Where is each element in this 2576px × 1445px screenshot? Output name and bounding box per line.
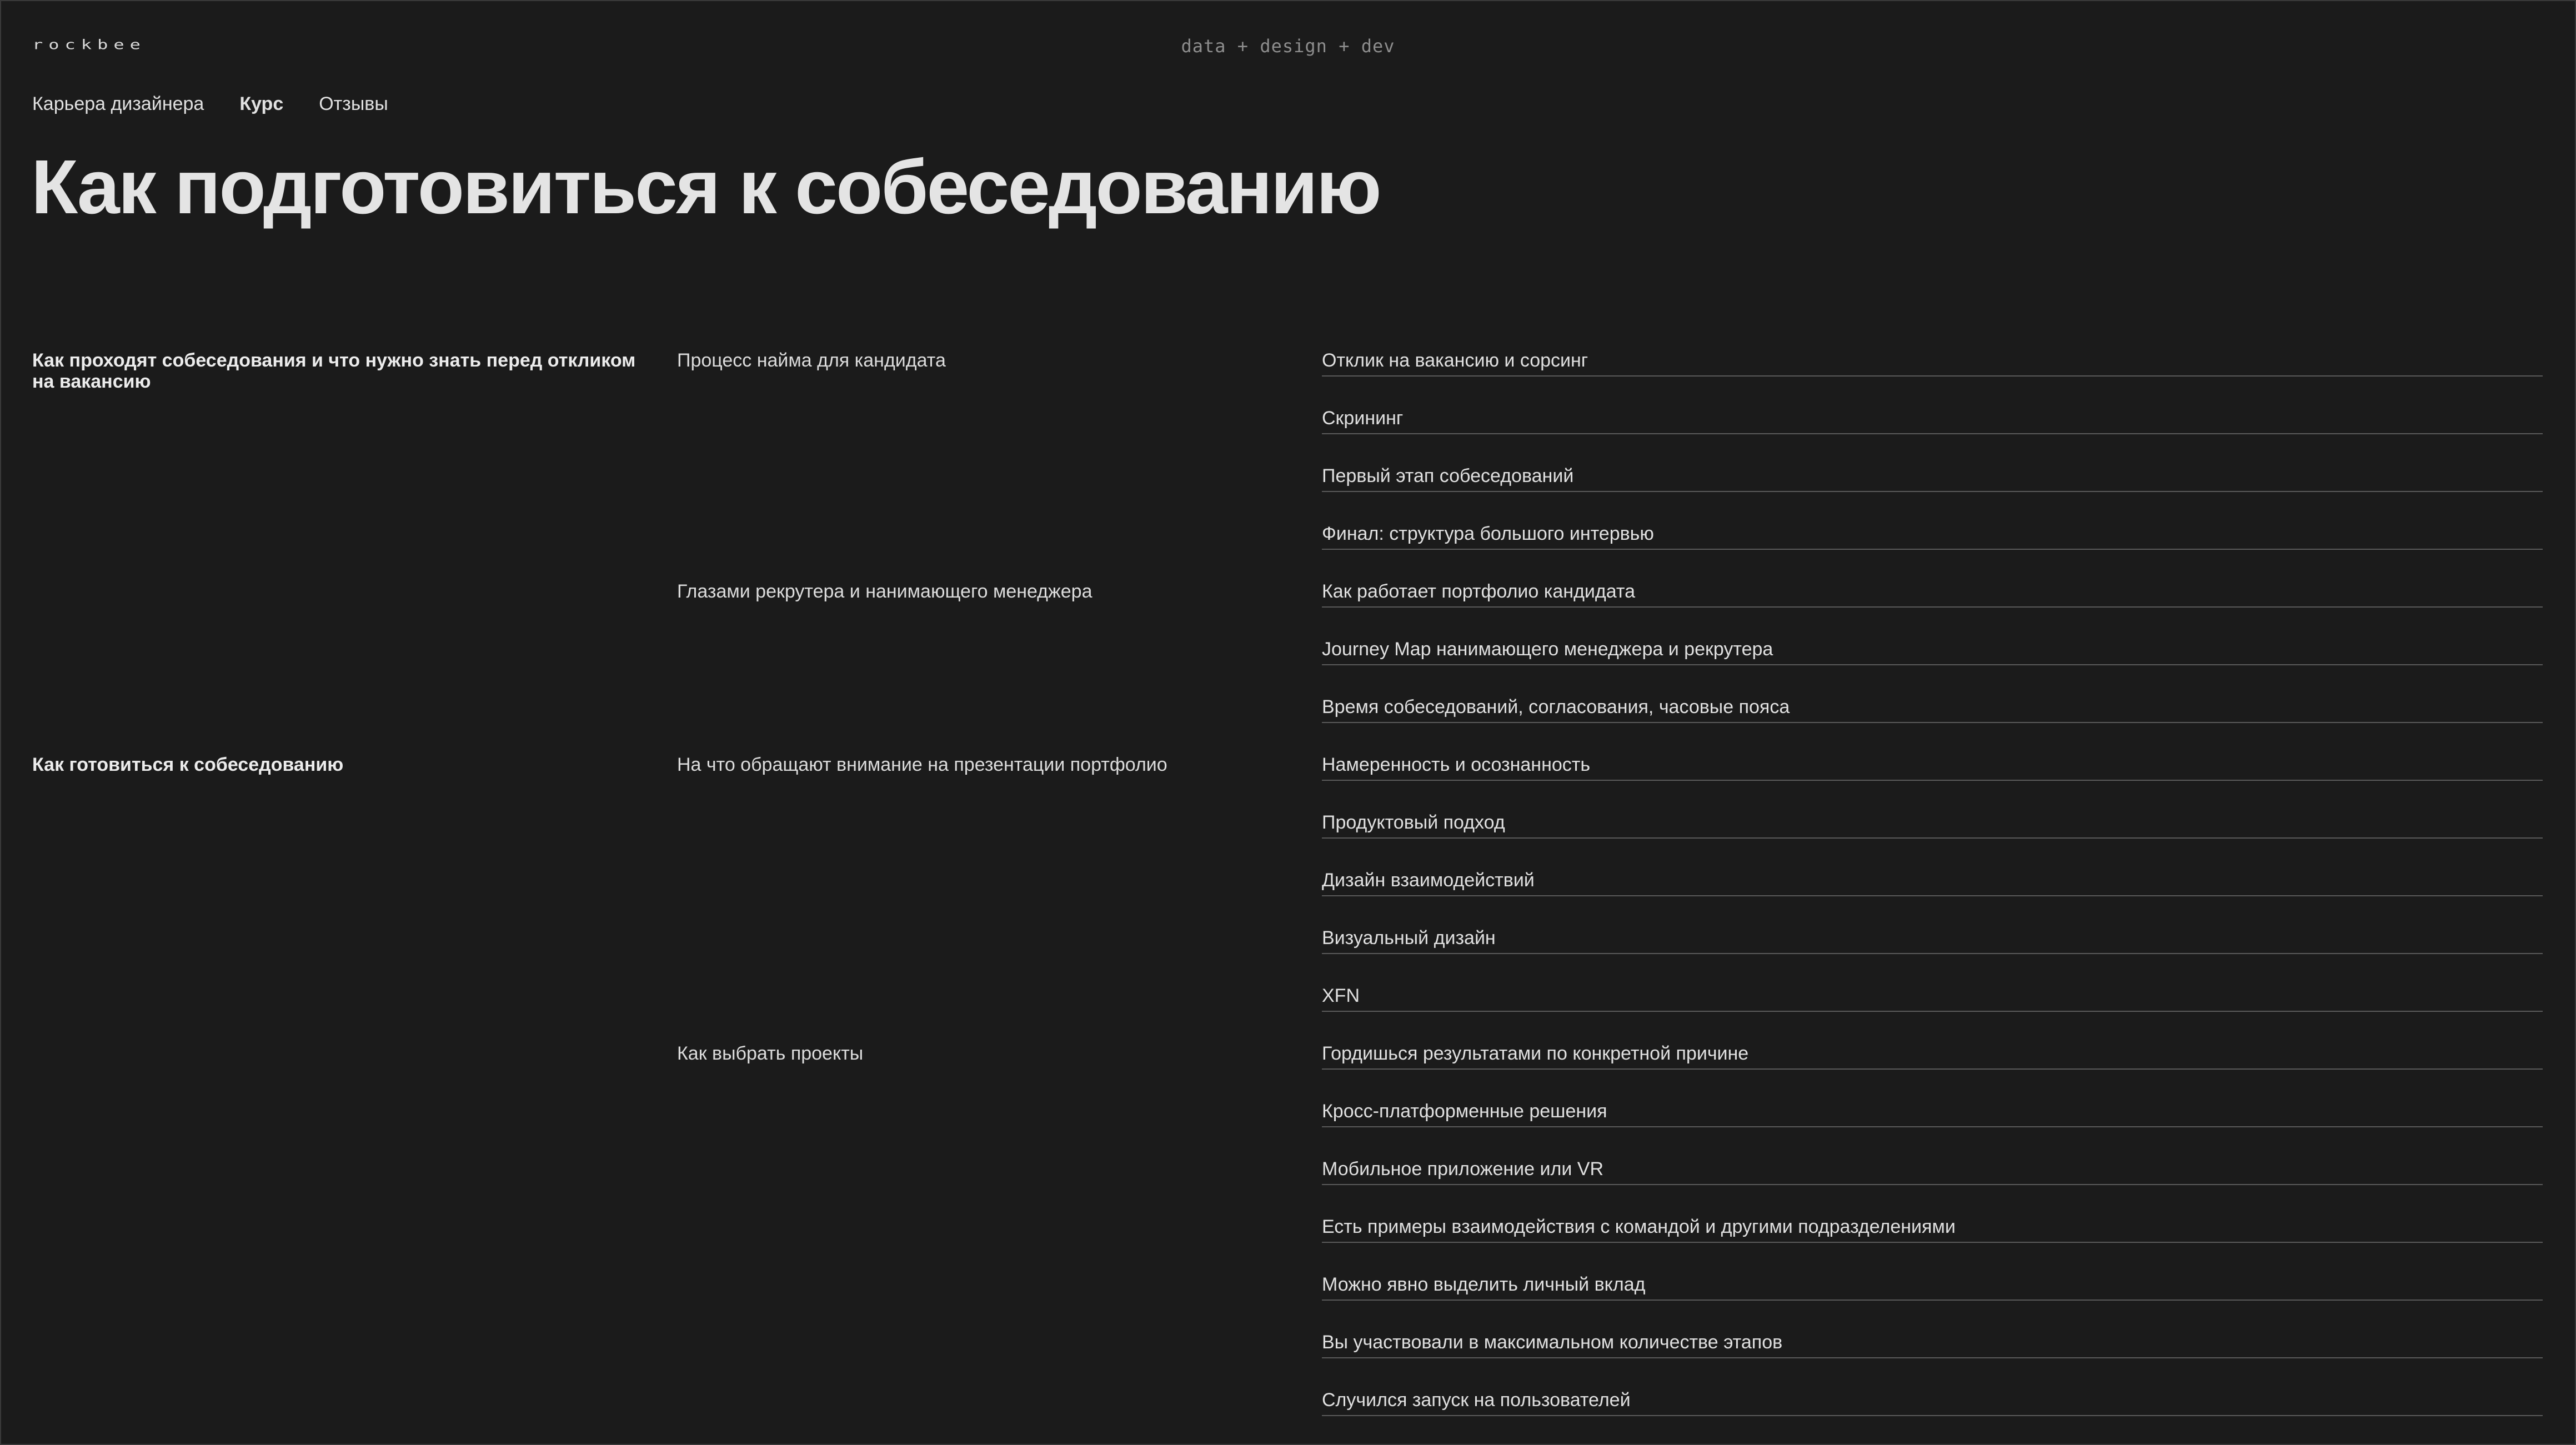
subsection-title: Процесс найма для кандидата xyxy=(677,350,946,371)
page-title: Как подготовиться к собеседованию xyxy=(31,144,1382,230)
topic-link[interactable]: Можно явно выделить личный вклад xyxy=(1322,1274,2543,1301)
topic-link[interactable]: XFN xyxy=(1322,985,2543,1012)
topic-link[interactable]: Гордишься результатами по конкретной при… xyxy=(1322,1043,2543,1070)
section-title: Как проходят собеседования и что нужно з… xyxy=(32,350,636,392)
topic-link[interactable]: Journey Map нанимающего менеджера и рекр… xyxy=(1322,639,2543,665)
topic-link[interactable]: Скрининг xyxy=(1322,408,2543,434)
subsection-title: На что обращают внимание на презентации … xyxy=(677,754,1167,775)
topic-link[interactable]: Отклик на вакансию и сорсинг xyxy=(1322,350,2543,377)
subsection-title: Глазами рекрутера и нанимающего менеджер… xyxy=(677,581,1092,602)
topic-link[interactable]: Продуктовый подход xyxy=(1322,812,2543,839)
nav-item-career[interactable]: Карьера дизайнера xyxy=(32,93,204,115)
topic-link[interactable]: Есть примеры взаимодействия с командой и… xyxy=(1322,1216,2543,1243)
topic-link[interactable]: Как работает портфолио кандидата xyxy=(1322,581,2543,608)
top-nav: Карьера дизайнера Курс Отзывы xyxy=(32,93,388,115)
topic-link[interactable]: Вы участвовали в максимальном количестве… xyxy=(1322,1332,2543,1358)
tagline: data + design + dev xyxy=(1181,36,1395,57)
subsection-title: Как выбрать проекты xyxy=(677,1043,864,1064)
nav-item-reviews[interactable]: Отзывы xyxy=(319,93,388,115)
topic-link[interactable]: Намеренность и осознанность xyxy=(1322,754,2543,781)
topic-link[interactable]: Мобильное приложение или VR xyxy=(1322,1158,2543,1185)
topic-link[interactable]: Визуальный дизайн xyxy=(1322,927,2543,954)
topic-link[interactable]: Первый этап собеседований xyxy=(1322,465,2543,492)
section-title: Как готовиться к собеседованию xyxy=(32,754,344,775)
topic-link[interactable]: Дизайн взаимодействий xyxy=(1322,870,2543,896)
topic-link[interactable]: Время собеседований, согласования, часов… xyxy=(1322,696,2543,723)
nav-item-course[interactable]: Курс xyxy=(239,93,283,115)
topic-link[interactable]: Случился запуск на пользователей xyxy=(1322,1389,2543,1416)
topic-link[interactable]: Кросс-платформенные решения xyxy=(1322,1101,2543,1127)
topic-link[interactable]: Финал: структура большого интервью xyxy=(1322,523,2543,550)
